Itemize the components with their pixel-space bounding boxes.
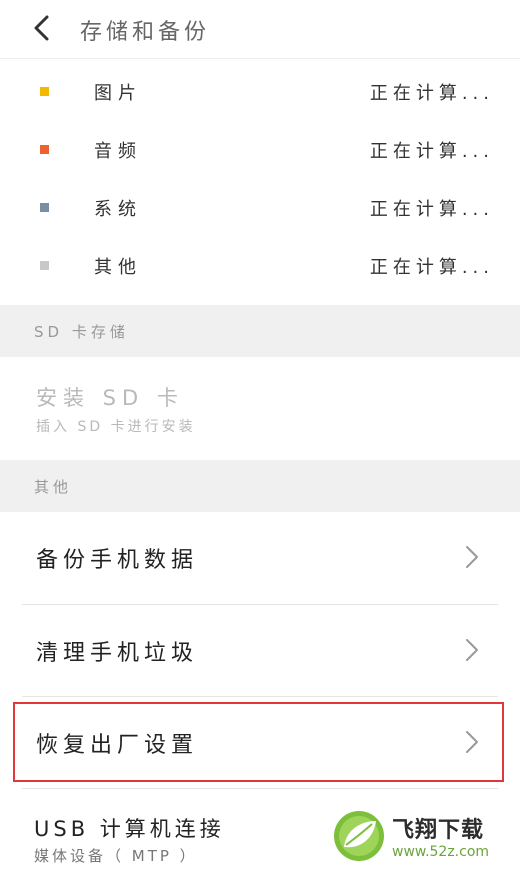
section-header-label: 其他 — [34, 478, 73, 496]
usage-value: 正在计算... — [369, 257, 494, 278]
section-header-label: SD 卡存储 — [34, 323, 129, 341]
other-color-dot — [40, 261, 49, 270]
pictures-color-dot — [40, 87, 49, 96]
app-header: 存储和备份 — [0, 0, 520, 59]
install-sd-title: 安装 SD 卡 — [36, 386, 184, 410]
watermark-url: www.52z.com — [392, 844, 490, 860]
section-header-other: 其他 — [0, 460, 520, 512]
usage-label: 其他 — [94, 257, 142, 278]
usage-value: 正在计算... — [369, 83, 494, 104]
menu-item-clean[interactable]: 清理手机垃圾 — [0, 605, 520, 695]
back-button[interactable] — [26, 12, 56, 44]
chevron-right-icon — [466, 546, 478, 568]
divider — [22, 788, 498, 789]
audio-color-dot — [40, 145, 49, 154]
usb-connection-title: USB 计算机连接 — [34, 817, 225, 841]
usage-value: 正在计算... — [369, 199, 494, 220]
usage-row-audio: 音频 正在计算... — [0, 120, 520, 178]
usage-value: 正在计算... — [369, 141, 494, 162]
usage-label: 系统 — [94, 199, 142, 220]
usb-connection-subtitle: 媒体设备（ MTP ） — [34, 847, 198, 865]
watermark-name: 飞翔下载 — [392, 818, 485, 843]
usage-label: 音频 — [94, 141, 142, 162]
back-arrow-icon — [34, 15, 49, 41]
install-sd-subtitle: 插入 SD 卡进行安装 — [36, 419, 196, 435]
page-title: 存储和备份 — [80, 20, 211, 45]
usage-row-system: 系统 正在计算... — [0, 178, 520, 236]
usage-label: 图片 — [94, 83, 142, 104]
section-header-sd: SD 卡存储 — [0, 305, 520, 357]
menu-item-label: 清理手机垃圾 — [36, 641, 199, 666]
leaf-logo-icon — [334, 811, 384, 861]
system-color-dot — [40, 203, 49, 212]
highlight-box — [13, 702, 504, 782]
chevron-right-icon — [466, 639, 478, 661]
menu-item-label: 备份手机数据 — [36, 548, 199, 573]
menu-item-backup[interactable]: 备份手机数据 — [0, 512, 520, 602]
watermark: 飞翔下载 www.52z.com — [332, 807, 512, 865]
usage-row-other: 其他 正在计算... — [0, 236, 520, 294]
usage-row-pictures: 图片 正在计算... — [0, 62, 520, 120]
